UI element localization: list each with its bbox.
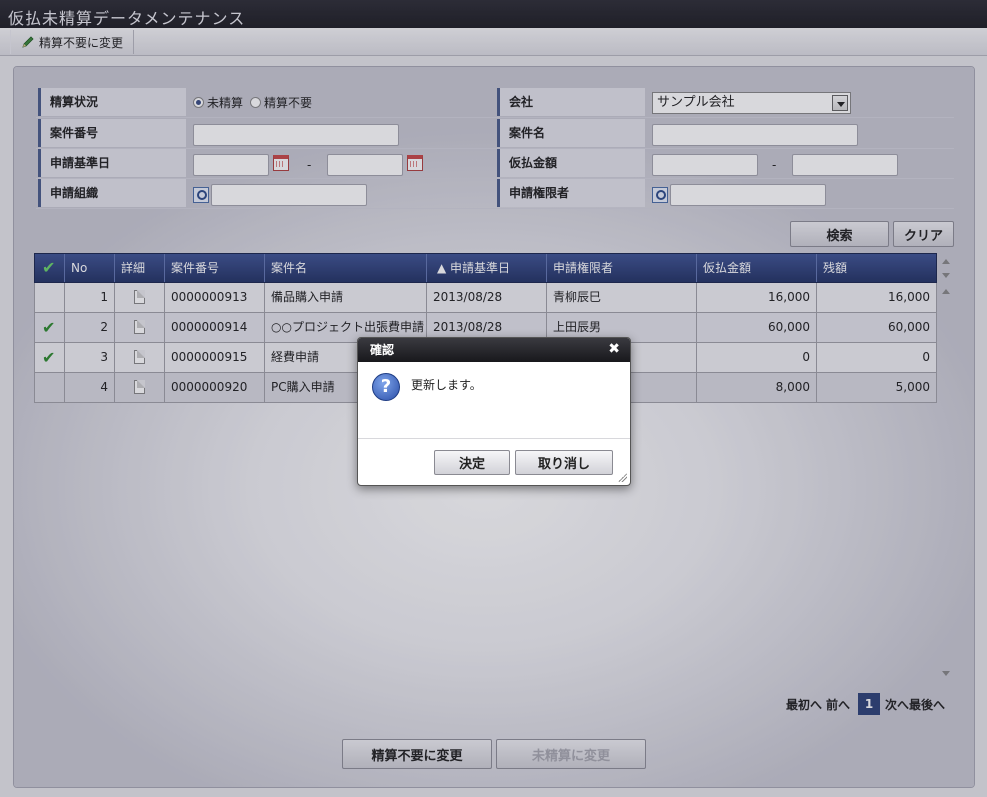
question-icon: ? — [372, 373, 400, 401]
dialog-ok-button[interactable]: 決定 — [434, 450, 510, 475]
resize-grip-icon[interactable] — [617, 472, 627, 482]
close-icon[interactable]: ✖ — [608, 341, 620, 357]
dialog-title: 確認 — [358, 338, 630, 362]
dialog-cancel-button[interactable]: 取り消し — [515, 450, 613, 475]
dialog-message: 更新します。 — [411, 378, 482, 392]
confirm-dialog: 確認 ✖ ? 更新します。 決定 取り消し — [357, 337, 631, 486]
